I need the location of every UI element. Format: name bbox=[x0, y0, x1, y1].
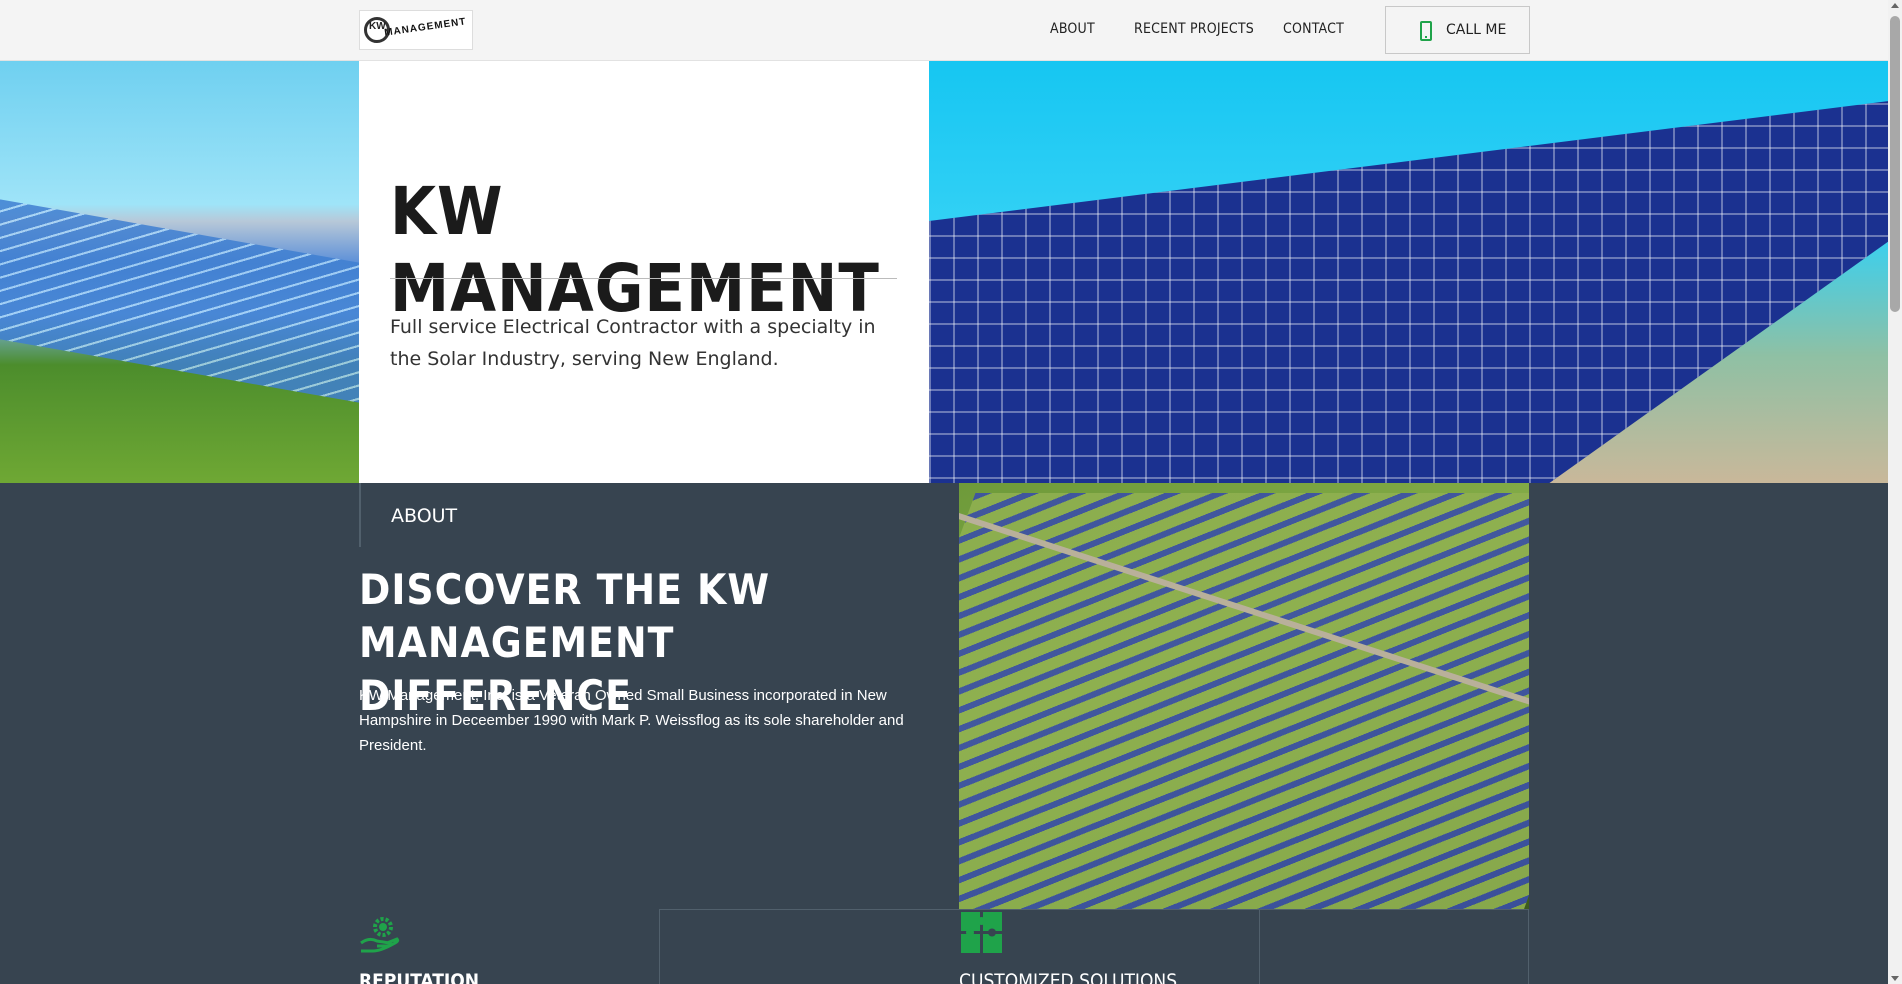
call-me-label: CALL ME bbox=[1446, 22, 1507, 38]
feature-title-reputation: REPUTATION bbox=[359, 970, 480, 984]
nav-about[interactable]: ABOUT bbox=[1050, 21, 1095, 37]
about-section-label: ABOUT bbox=[391, 505, 458, 527]
hero-card: KW MANAGEMENT Full service Electrical Co… bbox=[359, 61, 929, 483]
scroll-up-arrow-icon[interactable] bbox=[1891, 3, 1899, 8]
hero-title: KW MANAGEMENT bbox=[390, 173, 880, 327]
about-text: KW Management, Inc. is a Veteran Owned S… bbox=[359, 687, 904, 754]
phone-icon bbox=[1420, 21, 1432, 41]
hero-image-right bbox=[929, 61, 1888, 483]
hero-section: KW MANAGEMENT Full service Electrical Co… bbox=[0, 61, 1888, 483]
gear-hand-icon bbox=[360, 917, 400, 953]
scrollbar[interactable] bbox=[1888, 0, 1902, 984]
scroll-down-arrow-icon[interactable] bbox=[1891, 976, 1899, 981]
site-header: KW MANAGEMENT ABOUT RECENT PROJECTS CONT… bbox=[0, 0, 1888, 61]
logo-text: MANAGEMENT bbox=[383, 16, 468, 39]
solar-panels-image bbox=[929, 101, 1888, 483]
feature-divider bbox=[1259, 909, 1260, 984]
hero-description: Full service Electrical Contractor with … bbox=[390, 316, 876, 370]
feature-divider bbox=[659, 909, 1529, 910]
logo[interactable]: KW MANAGEMENT bbox=[359, 10, 473, 50]
about-tab-line bbox=[359, 483, 361, 547]
solar-farm-aerial-image bbox=[959, 483, 1529, 909]
feature-title-customized-solutions: CUSTOMIZED SOLUTIONS bbox=[959, 970, 1178, 984]
scrollbar-thumb[interactable] bbox=[1890, 16, 1900, 312]
feature-divider bbox=[659, 909, 660, 984]
solar-rows bbox=[959, 493, 1529, 909]
feature-divider bbox=[1528, 909, 1529, 984]
hero-divider bbox=[390, 278, 897, 279]
call-me-button[interactable]: CALL ME bbox=[1385, 6, 1530, 54]
puzzle-icon bbox=[961, 912, 1002, 953]
solar-panels-image bbox=[0, 199, 359, 403]
hero-image-left bbox=[0, 61, 359, 483]
nav-recent-projects[interactable]: RECENT PROJECTS bbox=[1134, 21, 1254, 37]
nav-contact[interactable]: CONTACT bbox=[1283, 21, 1344, 37]
